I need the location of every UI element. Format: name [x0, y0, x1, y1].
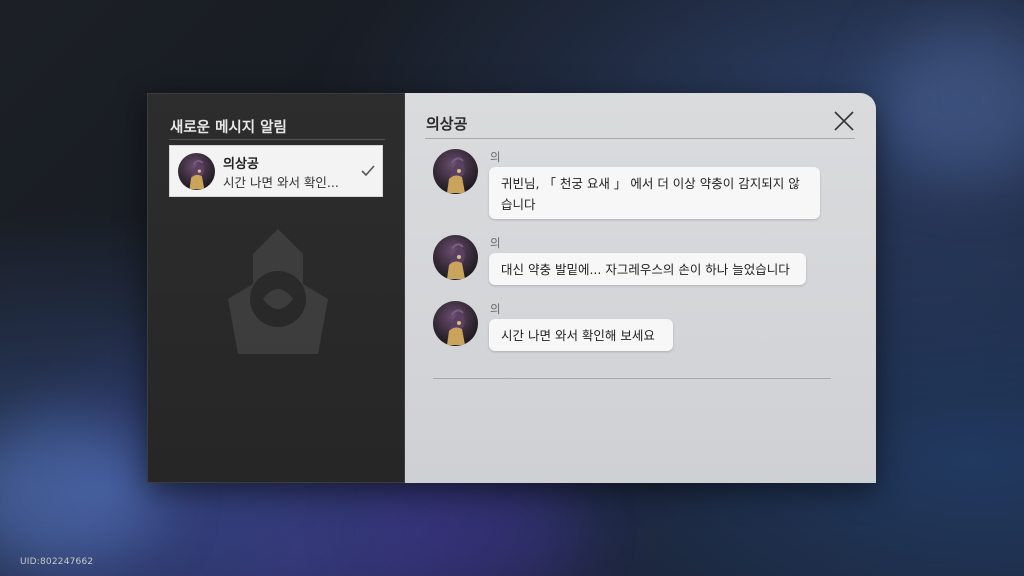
- emblem-watermark-icon: [228, 229, 328, 354]
- conversation-item-preview: 시간 나면 와서 확인...: [223, 175, 339, 190]
- conversation-list-panel: 새로운 메시지 알림 의상공 시간 나면 와서 확인...: [147, 93, 405, 483]
- message-dialog: 새로운 메시지 알림 의상공 시간 나면 와서 확인... 의상공 의 귀빈님,…: [147, 93, 876, 483]
- background-blur-light: [880, 20, 1024, 180]
- divider: [433, 378, 831, 379]
- character-avatar-icon: [433, 235, 478, 280]
- divider: [169, 139, 385, 140]
- background-blur-light: [0, 420, 160, 570]
- conversation-item-name: 의상공: [223, 157, 259, 172]
- check-icon: [361, 165, 375, 177]
- uid-label: UID:802247662: [20, 557, 94, 567]
- conversation-list-title: 새로운 메시지 알림: [170, 120, 287, 136]
- close-icon[interactable]: [833, 110, 855, 132]
- chat-title: 의상공: [426, 115, 468, 133]
- divider: [425, 138, 855, 139]
- message-bubble: 시간 나면 와서 확인해 보세요: [489, 319, 673, 351]
- message-bubble: 귀빈님, 「 천궁 요새 」 에서 더 이상 약충이 감지되지 않습니다: [489, 167, 820, 219]
- character-avatar-icon: [433, 301, 478, 346]
- conversation-item-selected[interactable]: 의상공 시간 나면 와서 확인...: [169, 145, 383, 197]
- background-blur-light: [360, 470, 580, 576]
- message-bubble: 대신 약충 발밑에... 자그레우스의 손이 하나 늘었습니다: [489, 253, 806, 285]
- chat-panel: 의상공 의상공 귀빈님, 「 천궁 요새 」 에서 더 이상 약충이 감지되지 …: [405, 93, 876, 483]
- character-avatar-icon: [433, 149, 478, 194]
- character-avatar-icon: [178, 153, 215, 190]
